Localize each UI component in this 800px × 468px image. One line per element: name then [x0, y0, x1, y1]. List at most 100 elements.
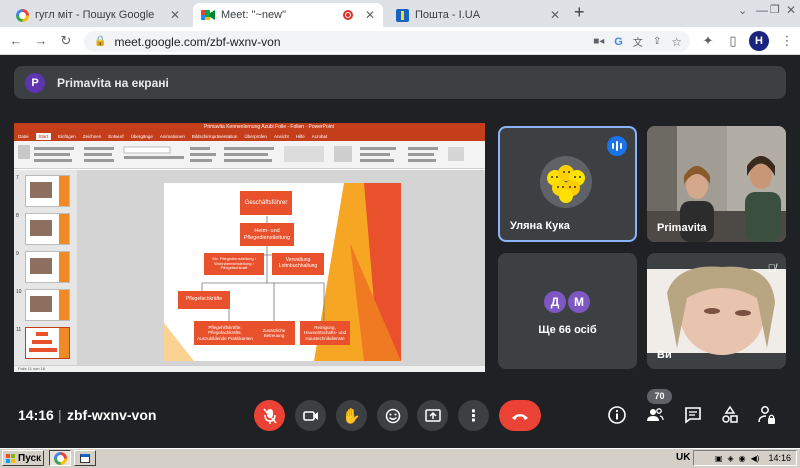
ppt-ribbon-tab[interactable]: Überprüfen	[244, 134, 267, 139]
org-chart-box: Pflegehilfskräfte, Pflegefachkräfte, Aus…	[194, 321, 256, 345]
tray-clock: 14:16	[768, 453, 791, 463]
camera-toggle-button[interactable]	[295, 400, 326, 431]
slide-thumbnail[interactable]	[25, 327, 70, 359]
tab-google-search[interactable]: гугл міт - Пошук Google ✕	[8, 3, 188, 27]
ppt-ribbon-tab[interactable]: Ansicht	[274, 134, 289, 139]
ppt-status-bar: Folie 11 von 16	[14, 365, 485, 372]
bookmark-star-icon[interactable]: ☆	[671, 35, 682, 49]
restore-icon[interactable]: ❐	[770, 3, 780, 16]
back-icon[interactable]: ←	[8, 33, 24, 49]
meeting-details-button[interactable]	[607, 405, 627, 425]
more-options-button[interactable]: ⋮	[458, 400, 489, 431]
ppt-ribbon-tab[interactable]: Entwurf	[108, 134, 123, 139]
reload-icon[interactable]: ↻	[58, 33, 74, 49]
close-window-icon[interactable]: ✕	[786, 3, 796, 17]
mic-toggle-button[interactable]	[254, 400, 285, 431]
ppt-title: Primavita Kennenlernung Azubi Folie - Fo…	[204, 124, 335, 130]
ppt-ribbon-tab[interactable]: Übergänge	[131, 134, 153, 139]
slide-thumbnail[interactable]	[25, 213, 70, 245]
mic-off-icon	[262, 407, 277, 424]
meeting-code: zbf-wxnv-von	[67, 407, 157, 423]
tray-icon[interactable]: ◉	[739, 454, 746, 463]
people-button[interactable]	[645, 405, 665, 425]
profile-avatar[interactable]: H	[749, 31, 769, 51]
slide-thumbnail[interactable]	[25, 175, 70, 207]
close-icon[interactable]: ✕	[365, 8, 375, 22]
iua-icon	[396, 8, 409, 22]
hangup-icon	[512, 413, 528, 420]
taskbar-chrome-button[interactable]	[49, 450, 71, 466]
close-icon[interactable]: ✕	[550, 8, 560, 22]
close-icon[interactable]: ✕	[170, 8, 180, 22]
ppt-ribbon-tab[interactable]: Hilfe	[296, 134, 305, 139]
participant-name: Primavita	[657, 222, 707, 234]
activities-shapes-icon	[722, 405, 738, 423]
mic-off-icon: 🎙̸	[767, 263, 776, 275]
camera-permission-icon[interactable]: ■◂	[593, 36, 604, 47]
org-chart-box: Verwaltung Lohnbuchhaltung	[272, 253, 324, 275]
host-controls-button[interactable]	[757, 404, 777, 426]
participant-tile-others[interactable]: Д М Ще 66 осіб	[498, 253, 637, 369]
presenter-label: Primavita на екрані	[57, 75, 169, 90]
chat-button[interactable]	[683, 405, 703, 425]
present-screen-button[interactable]	[417, 400, 448, 431]
participant-name: Уляна Кука	[510, 220, 570, 232]
tab-meet[interactable]: Meet: "~new" ✕	[193, 3, 383, 27]
ppt-ribbon-tab[interactable]: Animationen	[160, 134, 185, 139]
tab-iua-mail[interactable]: Пошта - I.UA ✕	[388, 3, 568, 27]
thumb-number: 8	[16, 213, 19, 219]
side-panel-icon[interactable]: ▯	[725, 33, 741, 49]
thumb-number: 9	[16, 251, 19, 257]
recording-icon	[342, 10, 353, 20]
forward-icon[interactable]: →	[33, 33, 49, 49]
tab-title: Пошта - I.UA	[415, 9, 481, 21]
windows-logo-icon	[6, 453, 15, 463]
address-bar[interactable]: 🔒 meet.google.com/zbf-wxnv-von ■◂ G 文 ⇪ …	[84, 31, 690, 52]
org-chart-box: Pflegefachkräfte	[178, 291, 230, 309]
emoji-avatar-image	[547, 165, 585, 203]
participant-tile-speaking[interactable]: Уляна Кука	[498, 126, 637, 242]
translate-icon[interactable]: 文	[633, 34, 643, 49]
minimize-icon[interactable]: —	[756, 3, 768, 17]
share-icon[interactable]: ⇪	[653, 36, 661, 47]
tray-icon[interactable]: ▣	[715, 454, 723, 463]
lock-person-icon	[758, 406, 775, 424]
start-label: Пуск	[18, 452, 42, 464]
os-taskbar: Пуск UK ▣ ◈ ◉ ◀) 14:16	[0, 448, 800, 468]
ppt-ribbon-tab[interactable]: Acrobat	[312, 134, 328, 139]
new-tab-icon[interactable]: +	[574, 2, 585, 23]
separator: |	[58, 407, 62, 423]
language-indicator[interactable]: UK	[676, 452, 690, 463]
chevron-down-icon[interactable]: ⌄	[738, 4, 747, 17]
participant-name: Ви	[657, 349, 672, 361]
ppt-ribbon-tab[interactable]: Zeichnen	[83, 134, 102, 139]
start-button[interactable]: Пуск	[2, 450, 44, 466]
ppt-ribbon-tab[interactable]: Start	[35, 133, 52, 140]
org-chart-box: Stv. Pflegedienstleitung / Wohnbereichsl…	[204, 253, 264, 275]
google-g-icon[interactable]: G	[614, 36, 623, 48]
activities-button[interactable]	[720, 405, 740, 425]
window-icon	[80, 453, 90, 463]
leave-call-button[interactable]	[499, 400, 541, 431]
participant-tile-video[interactable]: Primavita	[647, 126, 786, 242]
avatar	[540, 156, 592, 208]
menu-kebab-icon[interactable]: ⋮	[779, 33, 795, 49]
reactions-button[interactable]	[377, 400, 408, 431]
org-chart-box: Reinigung, Hauswirtschafts- und Haustech…	[300, 321, 350, 345]
ppt-ribbon-tab[interactable]: Datei	[18, 134, 29, 139]
others-count-label: Ще 66 осіб	[538, 324, 597, 336]
taskbar-app-button[interactable]	[74, 450, 96, 466]
ppt-ribbon-tab[interactable]: Einfügen	[58, 134, 76, 139]
slide-thumbnail[interactable]	[25, 251, 70, 283]
speaking-indicator-icon	[607, 136, 627, 156]
raise-hand-button[interactable]: ✋	[336, 400, 367, 431]
avatar: P	[25, 72, 45, 93]
participant-tile-self[interactable]: 🎙̸ Ви	[647, 253, 786, 369]
thumb-number: 10	[16, 289, 22, 295]
tray-icon[interactable]: ◈	[728, 454, 734, 463]
extensions-icon[interactable]: ✦	[700, 33, 716, 49]
slide-thumbnail[interactable]	[25, 289, 70, 321]
volume-icon[interactable]: ◀)	[751, 454, 760, 463]
more-vert-icon: ⋮	[465, 407, 482, 425]
ppt-ribbon-tab[interactable]: Bildschirmpräsentation	[192, 134, 238, 139]
